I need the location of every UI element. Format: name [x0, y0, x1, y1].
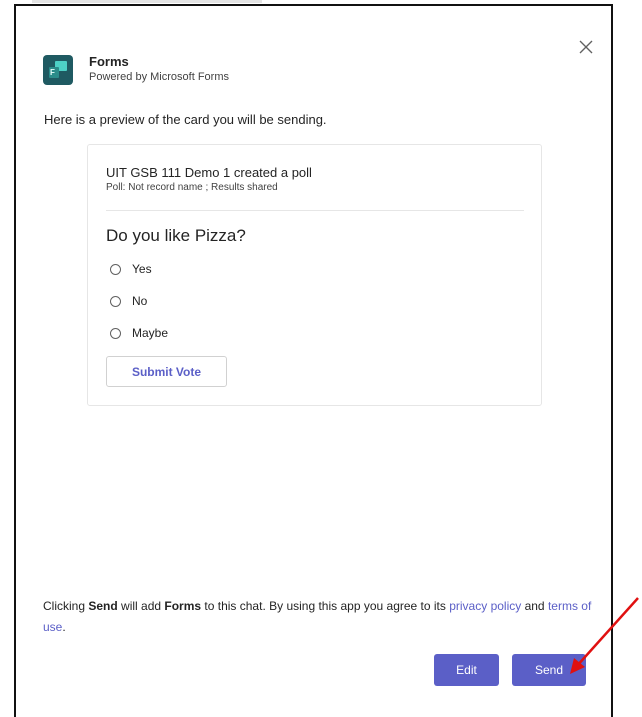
- consent-text-part: will add: [117, 599, 165, 613]
- close-icon: [579, 40, 593, 54]
- submit-vote-button[interactable]: Submit Vote: [106, 356, 227, 387]
- option-label: Yes: [132, 262, 152, 276]
- privacy-policy-link[interactable]: privacy policy: [449, 599, 521, 613]
- app-subtitle: Powered by Microsoft Forms: [89, 71, 229, 83]
- consent-forms-word: Forms: [164, 599, 202, 613]
- option-no[interactable]: No: [110, 294, 147, 308]
- consent-text-part: .: [62, 620, 66, 634]
- card-divider: [106, 210, 524, 211]
- app-name: Forms: [89, 54, 129, 69]
- background-window-text: [32, 0, 262, 3]
- forms-logo-icon: F: [43, 54, 73, 85]
- consent-send-word: Send: [88, 599, 118, 613]
- option-label: Maybe: [132, 326, 169, 340]
- poll-question: Do you like Pizza?: [106, 226, 246, 245]
- option-maybe[interactable]: Maybe: [110, 326, 168, 340]
- poll-card-preview: UIT GSB 111 Demo 1 created a poll Poll: …: [87, 144, 542, 406]
- radio-icon[interactable]: [110, 327, 121, 339]
- card-title: UIT GSB 111 Demo 1 created a poll: [106, 165, 312, 180]
- red-annotation-arrow-icon: [570, 597, 639, 674]
- consent-text: Clicking Send will add Forms to this cha…: [43, 596, 593, 638]
- option-yes[interactable]: Yes: [110, 262, 152, 276]
- consent-text-part: to this chat. By using this app you agre…: [201, 599, 450, 613]
- consent-text-part: Clicking: [43, 599, 89, 613]
- app-header: F Forms Powered by Microsoft Forms: [43, 54, 229, 85]
- edit-button[interactable]: Edit: [434, 654, 499, 686]
- radio-icon[interactable]: [110, 295, 121, 307]
- close-button[interactable]: [577, 38, 595, 56]
- card-meta: Poll: Not record name ; Results shared: [106, 182, 278, 193]
- radio-icon[interactable]: [110, 263, 121, 275]
- option-label: No: [132, 294, 148, 308]
- preview-description: Here is a preview of the card you will b…: [44, 112, 327, 127]
